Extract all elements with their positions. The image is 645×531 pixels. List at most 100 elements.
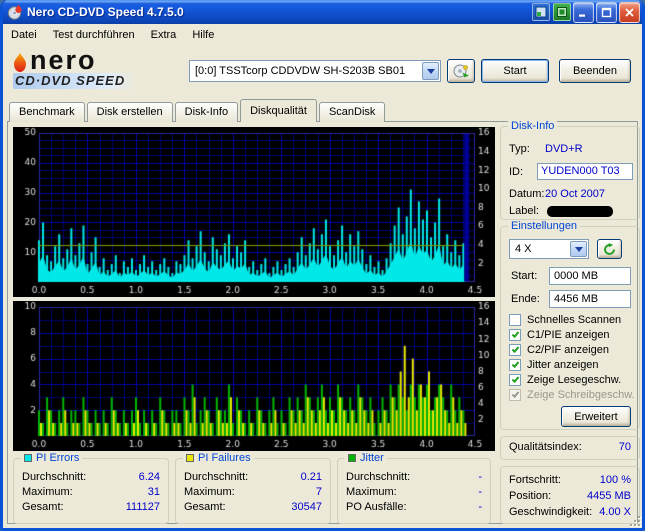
typ-label: Typ: [509, 143, 530, 155]
pi-errors-stats-title: PI Errors [21, 452, 83, 464]
checkbox-schnelles-scannen[interactable]: Schnelles Scannen [509, 313, 621, 326]
gesamt-label: Gesamt: [184, 501, 226, 513]
speed-select-value: 4 X [515, 243, 532, 255]
nero-flame-icon [14, 53, 26, 72]
titlebar-extra-icon-2[interactable] [553, 3, 571, 21]
checkbox-label: C1/PIE anzeigen [527, 328, 610, 341]
label-label: Label: [509, 205, 539, 217]
quit-button-label: Beenden [572, 65, 618, 77]
end-mb-input[interactable] [549, 290, 631, 308]
tab-disk-erstellen[interactable]: Disk erstellen [86, 102, 173, 122]
title-bar[interactable]: Nero CD-DVD Speed 4.7.5.0 [3, 0, 642, 24]
durchschnitt-value: 0.21 [300, 471, 322, 483]
quality-index-group: Qualitätsindex: 70 [500, 436, 640, 460]
id-value-field: YUDEN000 T03 [537, 163, 633, 180]
close-button[interactable] [619, 1, 640, 23]
typ-value: DVD+R [545, 143, 583, 155]
app-window: Nero CD-DVD Speed 4.7.5.0 Datei Test dur… [0, 0, 645, 531]
disk-info-title: Disk-Info [508, 120, 558, 132]
titlebar-extra-icon-1[interactable] [532, 3, 550, 21]
durchschnitt-label: Durchschnitt: [346, 471, 411, 483]
disc-eject-icon [453, 64, 469, 78]
settings-title: Einstellungen [508, 220, 581, 232]
gesamt-label: Gesamt: [22, 501, 64, 513]
pi-errors-color-swatch [24, 454, 32, 462]
tab-scandisk[interactable]: ScanDisk [318, 102, 386, 122]
po-ausfaelle-value: - [478, 501, 482, 513]
checkbox-zeige-schreibgeschw[interactable]: Zeige Schreibgeschw. [509, 388, 635, 401]
start-mb-label: Start: [511, 270, 538, 282]
app-icon [7, 4, 22, 20]
header: nero CD·DVD SPEED [0:0] TSSTcorp CDDVDW … [3, 45, 642, 97]
logo-text-cddvdspeed: CD·DVD SPEED [13, 73, 136, 89]
tab-diskqualitaet[interactable]: Diskqualität [240, 99, 317, 122]
maximum-value: 31 [147, 486, 160, 498]
gesamt-value: 30547 [291, 501, 322, 513]
checkbox-label: Jitter anzeigen [527, 358, 599, 371]
fortschritt-label: Fortschritt: [509, 474, 561, 486]
menu-hilfe[interactable]: Hilfe [184, 26, 222, 44]
mini-window-icon [535, 6, 547, 18]
stats-title-text: PI Failures [198, 452, 251, 464]
maximize-button[interactable] [596, 1, 617, 23]
advanced-button[interactable]: Erweitert [561, 406, 631, 427]
menu-extra[interactable]: Extra [143, 26, 185, 44]
speed-select-dropdown-button[interactable] [570, 241, 587, 257]
drive-select-dropdown-button[interactable] [422, 62, 439, 80]
tab-label: Benchmark [19, 106, 75, 118]
pif-jitter-chart [13, 301, 495, 451]
minimize-button[interactable] [573, 1, 594, 23]
checkbox-jitter-anzeigen[interactable]: Jitter anzeigen [509, 358, 599, 371]
maximum-label: Maximum: [22, 486, 73, 498]
checkbox-c2-pif-anzeigen[interactable]: C2/PIF anzeigen [509, 343, 609, 356]
maximum-label: Maximum: [184, 486, 235, 498]
start-button-label: Start [503, 65, 527, 77]
checkbox-box [509, 313, 521, 326]
checkbox-box [509, 328, 521, 341]
maximum-value: - [478, 486, 482, 498]
maximum-value: 7 [315, 486, 322, 498]
pi-failures-stats-group: PI Failures Durchschnitt: 0.21 Maximum: … [175, 452, 331, 524]
pi-errors-stats-group: PI Errors Durchschnitt: 6.24 Maximum: 31… [13, 452, 169, 524]
menu-bar: Datei Test durchführen Extra Hilfe [3, 24, 642, 45]
start-button[interactable]: Start [481, 59, 549, 83]
close-icon [625, 7, 634, 17]
refresh-arrows-icon [604, 242, 615, 255]
tab-label: Disk-Info [184, 106, 229, 118]
tab-benchmark[interactable]: Benchmark [9, 102, 85, 122]
drive-media-button[interactable] [447, 59, 475, 83]
end-mb-label: Ende: [511, 293, 540, 305]
menu-test-durchfuehren[interactable]: Test durchführen [45, 26, 143, 44]
quit-button[interactable]: Beenden [559, 59, 631, 83]
checkbox-zeige-lesegeschw[interactable]: Zeige Lesegeschw. [509, 373, 621, 386]
quality-index-value: 70 [618, 441, 631, 453]
mini-app-icon [557, 7, 567, 17]
resize-grip-icon[interactable] [627, 513, 640, 526]
geschwindigkeit-label: Geschwindigkeit: [509, 506, 593, 518]
jitter-stats-group: Jitter Durchschnitt: - Maximum: - PO Aus… [337, 452, 491, 524]
checkbox-label: Zeige Lesegeschw. [527, 373, 622, 386]
datum-value: 20 Oct 2007 [545, 188, 605, 200]
drive-select[interactable]: [0:0] TSSTcorp CDDVDW SH-S203B SB01 [189, 60, 441, 82]
start-mb-input[interactable] [549, 267, 631, 285]
pi-failures-color-swatch [186, 454, 194, 462]
progress-group: Fortschritt: 100 % Position: 4455 MB Ges… [500, 466, 640, 524]
check-icon [511, 374, 520, 383]
checkbox-c1-pie-anzeigen[interactable]: C1/PIE anzeigen [509, 328, 610, 341]
drive-select-value: [0:0] TSSTcorp CDDVDW SH-S203B SB01 [195, 65, 406, 77]
logo-text-nero: nero [30, 45, 97, 75]
menu-datei[interactable]: Datei [3, 26, 45, 44]
durchschnitt-value: - [478, 471, 482, 483]
nero-logo: nero CD·DVD SPEED [13, 45, 136, 89]
refresh-button[interactable] [597, 239, 622, 259]
durchschnitt-value: 6.24 [138, 471, 160, 483]
id-label: ID: [509, 166, 524, 178]
checkbox-box [509, 373, 521, 386]
speed-select[interactable]: 4 X [509, 239, 589, 259]
tab-disk-info[interactable]: Disk-Info [174, 102, 239, 122]
chevron-down-icon [574, 246, 583, 252]
checkbox-box [509, 358, 521, 371]
maximize-icon [601, 7, 612, 17]
position-value: 4455 MB [586, 490, 631, 502]
durchschnitt-label: Durchschnitt: [184, 471, 249, 483]
